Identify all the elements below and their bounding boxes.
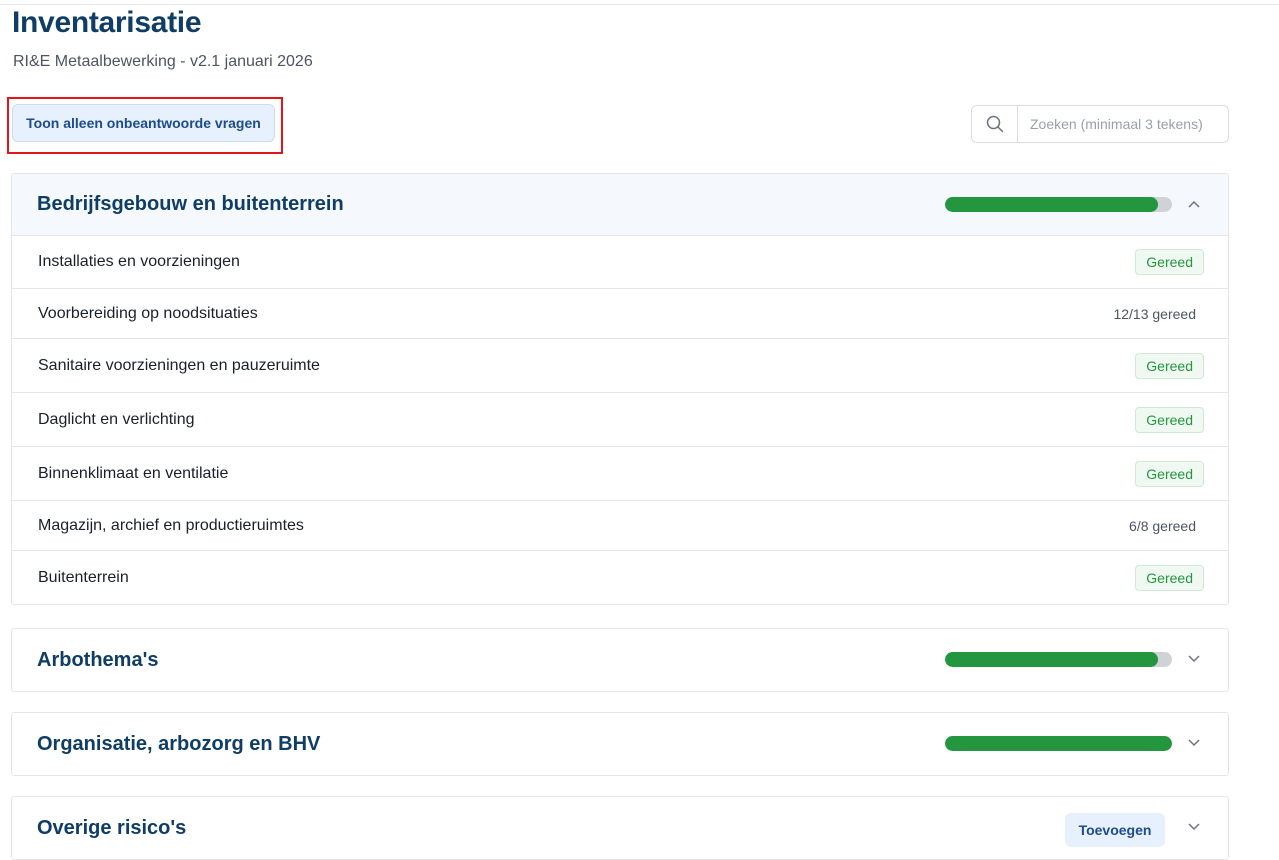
chevron-up-icon[interactable]	[1186, 196, 1202, 212]
section-header[interactable]: Organisatie, arbozorg en BHV	[12, 713, 1228, 775]
section-item-label: Buitenterrein	[38, 568, 129, 586]
status-badge: Gereed	[1135, 352, 1204, 379]
search-box	[971, 105, 1229, 143]
section-progress-bar	[945, 736, 1172, 751]
section-bedrijfsgebouw: Bedrijfsgebouw en buitenterrein Installa…	[11, 173, 1229, 605]
section-item-label: Installaties en voorzieningen	[38, 253, 240, 270]
section-progress-bar	[945, 197, 1172, 212]
section-item-label: Daglicht en verlichting	[38, 410, 195, 428]
search-icon	[972, 106, 1018, 142]
status-badge: Gereed	[1135, 406, 1204, 433]
section-organisatie: Organisatie, arbozorg en BHV	[11, 712, 1229, 776]
status-count: 6/8 gereed	[1129, 517, 1196, 534]
section-item-row[interactable]: Binnenklimaat en ventilatie Gereed	[12, 447, 1228, 501]
section-item-row[interactable]: Sanitaire voorzieningen en pauzeruimte Ge…	[12, 339, 1228, 393]
section-title: Bedrijfsgebouw en buitenterrein	[37, 193, 344, 215]
section-header[interactable]: Overige risico's Toevoegen	[12, 797, 1228, 859]
status-badge: Gereed	[1135, 249, 1204, 275]
progress-fill	[945, 736, 1172, 751]
chevron-down-icon[interactable]	[1186, 819, 1202, 835]
section-title: Overige risico's	[37, 816, 187, 839]
page-subtitle: RI&E Metaalbewerking - v2.1 januari 2026	[13, 53, 313, 70]
progress-fill	[945, 197, 1159, 212]
top-divider	[0, 4, 1279, 5]
add-risk-button[interactable]: Toevoegen	[1065, 813, 1165, 847]
chevron-down-icon[interactable]	[1186, 651, 1202, 667]
section-title: Arbothema's	[37, 648, 159, 671]
section-item-row[interactable]: Magazijn, archief en productieruimtes 6/8…	[12, 501, 1228, 551]
search-input[interactable]	[1018, 106, 1228, 142]
section-item-label: Magazijn, archief en productieruimtes	[38, 516, 304, 534]
section-item-row[interactable]: Installaties en voorzieningen Gereed	[12, 236, 1228, 289]
status-count: 12/13 gereed	[1113, 305, 1196, 322]
section-progress-bar	[945, 652, 1172, 667]
section-item-label: Binnenklimaat en ventilatie	[38, 464, 229, 482]
chevron-down-icon[interactable]	[1186, 735, 1202, 751]
section-header[interactable]: Arbothema's	[12, 629, 1228, 691]
section-item-row[interactable]: Voorbereiding op noodsituaties 12/13 gere…	[12, 289, 1228, 339]
section-item-label: Voorbereiding op noodsituaties	[38, 304, 258, 322]
section-item-row[interactable]: Daglicht en verlichting Gereed	[12, 393, 1228, 447]
progress-fill	[945, 652, 1159, 667]
section-overige-risicos: Overige risico's Toevoegen	[11, 796, 1229, 860]
section-items: Installaties en voorzieningen Gereed Voorb…	[12, 236, 1228, 604]
section-item-label: Sanitaire voorzieningen en pauzeruimte	[38, 356, 320, 374]
status-badge: Gereed	[1135, 460, 1204, 487]
section-header[interactable]: Bedrijfsgebouw en buitenterrein	[12, 174, 1228, 236]
unanswered-filter-button[interactable]: Toon alleen onbeantwoorde vragen	[12, 104, 275, 142]
page-title: Inventarisatie	[12, 6, 202, 39]
status-badge: Gereed	[1135, 564, 1204, 591]
section-item-row[interactable]: Buitenterrein Gereed	[12, 551, 1228, 604]
section-title: Organisatie, arbozorg en BHV	[37, 732, 321, 755]
section-arbothemas: Arbothema's	[11, 628, 1229, 692]
